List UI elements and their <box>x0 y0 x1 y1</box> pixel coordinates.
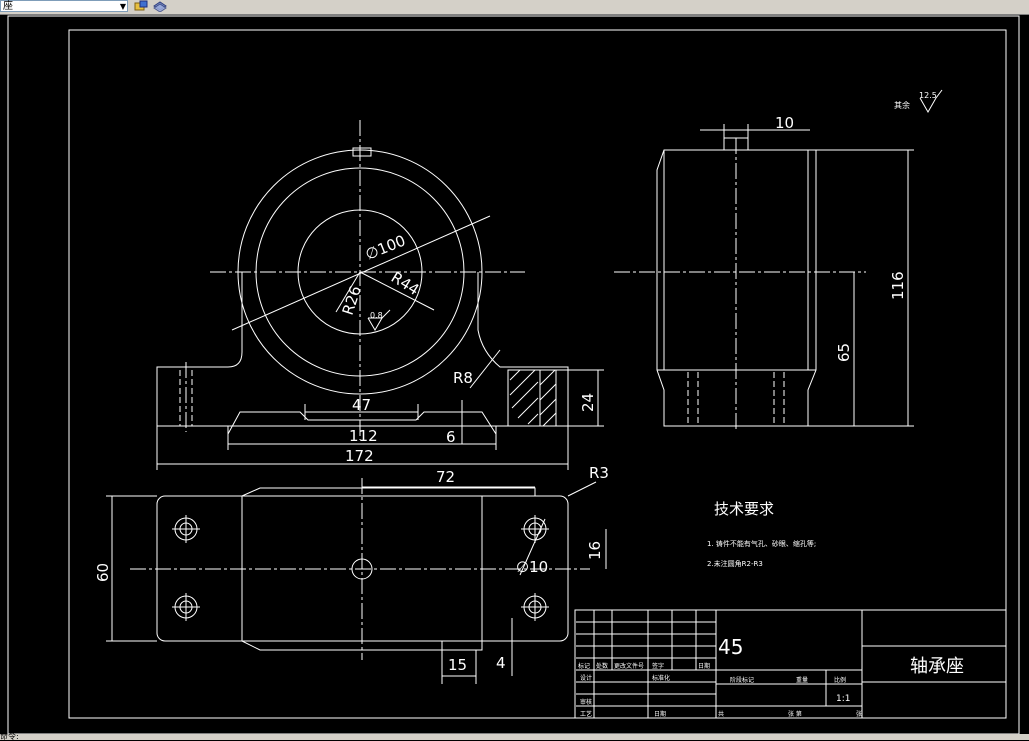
dim-dia10: ∅10 <box>516 558 548 576</box>
dim-24: 24 <box>579 393 597 412</box>
roughness-bore: 0.8 <box>370 311 383 320</box>
dim-15: 15 <box>448 656 467 674</box>
command-line[interactable]: 命令: <box>0 733 1029 741</box>
dim-6: 6 <box>446 428 456 446</box>
side-view <box>614 89 943 432</box>
title-part-name: 轴承座 <box>910 656 964 677</box>
dim-r44: R44 <box>388 268 423 299</box>
tb-label-date-bottom: 日期 <box>654 710 666 718</box>
tb-label-count: 处数 <box>596 662 608 670</box>
dim-47: 47 <box>352 396 371 414</box>
dim-dia100: ∅100 <box>363 231 408 263</box>
frame-border <box>68 29 1007 719</box>
tech-req-heading: 技术要求 <box>714 500 774 518</box>
dim-116: 116 <box>889 271 907 300</box>
tb-label-design: 设计 <box>580 674 592 682</box>
tech-req-item-1: 1. 铸件不能有气孔、砂眼、缩孔等; <box>707 539 816 548</box>
dim-4: 4 <box>496 654 506 672</box>
dim-65: 65 <box>835 343 853 362</box>
title-material: 45 <box>718 635 743 659</box>
dim-r26: R26 <box>339 284 365 318</box>
oil-boss <box>352 147 372 157</box>
top-view <box>106 478 607 684</box>
dim-r8: R8 <box>453 369 473 387</box>
tb-label-standard: 标准化 <box>652 674 670 682</box>
roughness-other-value: 12.5 <box>919 91 937 100</box>
tb-label-review: 审核 <box>580 698 592 706</box>
bolt-holes <box>172 515 549 621</box>
dim-72: 72 <box>436 468 455 486</box>
tb-label-mark: 标记 <box>578 662 590 670</box>
tb-sheet-of: 张 第 <box>788 710 802 718</box>
roughness-other-label: 其余 <box>894 100 910 110</box>
sheet-border <box>7 15 1020 735</box>
dim-172: 172 <box>345 447 374 465</box>
tb-label-change: 更改文件号 <box>614 662 644 670</box>
cad-drawing: ∅100 R44 R26 0.8 R8 47 112 172 6 24 10 1… <box>7 15 1020 735</box>
dim-16: 16 <box>586 541 604 560</box>
tb-label-weight: 重量 <box>796 676 808 684</box>
tb-label-process: 工艺 <box>580 710 592 718</box>
dim-60: 60 <box>94 563 112 582</box>
tb-sheet-end: 张 <box>856 710 862 718</box>
tb-label-sign: 签字 <box>652 662 664 670</box>
title-scale: 1:1 <box>836 694 850 704</box>
dim-r3: R3 <box>589 464 609 482</box>
tb-sheet-total: 共 <box>718 710 724 718</box>
tb-label-stage: 阶段标记 <box>730 676 754 684</box>
tb-label-date: 日期 <box>698 662 710 670</box>
dim-10: 10 <box>775 114 794 132</box>
tech-req-item-2: 2.未注圆角R2-R3 <box>707 559 763 568</box>
dim-112: 112 <box>349 427 378 445</box>
front-view <box>156 120 604 470</box>
tb-label-scale: 比例 <box>834 676 846 684</box>
